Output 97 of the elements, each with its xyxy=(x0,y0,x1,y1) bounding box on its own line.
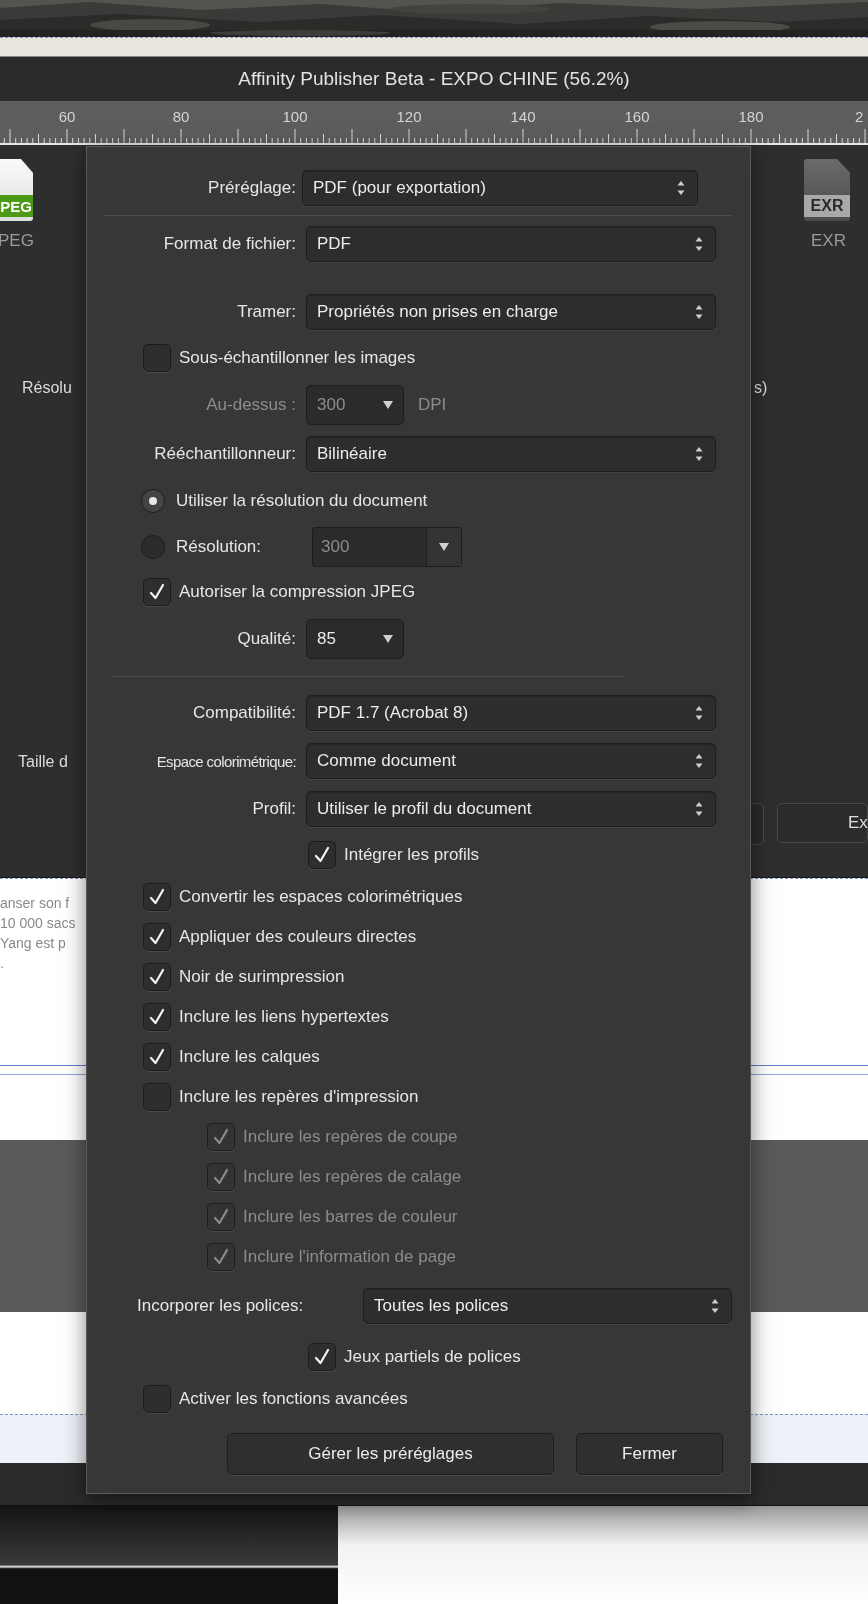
checkbox-label: Activer les fonctions avancées xyxy=(179,1389,408,1409)
checkbox-label: Sous-échantillonner les images xyxy=(179,348,416,368)
checkmark-icon xyxy=(312,845,332,865)
caret-icon xyxy=(383,635,393,643)
stepper-icon xyxy=(695,236,703,252)
ruler-number: 60 xyxy=(58,108,76,125)
stepper-icon xyxy=(695,446,703,462)
checkmark-icon xyxy=(211,1247,231,1267)
checkbox-label: Inclure les liens hypertextes xyxy=(179,1007,389,1027)
checkbox-label: Inclure les repères d'impression xyxy=(179,1087,419,1107)
text-line: anser son f xyxy=(0,894,70,913)
radio-label: Résolution: xyxy=(176,537,263,557)
dropdown[interactable]: Toutes les polices xyxy=(363,1288,732,1324)
radio-button[interactable] xyxy=(141,489,165,513)
checkbox[interactable] xyxy=(143,578,171,606)
checkmark-icon xyxy=(147,927,167,947)
ruler-number: 160 xyxy=(624,108,650,125)
field-label: Tramer: xyxy=(236,302,296,322)
button[interactable]: Fermer xyxy=(576,1433,723,1475)
field-label: Au-dessus : xyxy=(205,395,296,415)
button[interactable]: Gérer les préréglages xyxy=(227,1433,554,1475)
checkmark-icon xyxy=(211,1127,231,1147)
checkbox-label: Inclure les barres de couleur xyxy=(243,1207,458,1227)
checkbox-label: Inclure l'information de page xyxy=(243,1247,457,1267)
checkmark-icon xyxy=(147,1047,167,1067)
checkbox[interactable] xyxy=(143,923,171,951)
checkbox-label: Intégrer les profils xyxy=(344,845,480,865)
stepper-icon xyxy=(695,753,703,769)
field-label: s) xyxy=(754,379,768,397)
field-label: Résolu xyxy=(22,379,72,397)
combo-box[interactable]: 85 xyxy=(306,619,404,659)
field-label: Profil: xyxy=(251,799,296,819)
checkmark-icon xyxy=(147,1007,167,1027)
ruler-number: 80 xyxy=(172,108,190,125)
file-type-label: EXR xyxy=(810,197,844,215)
format-label: PEG xyxy=(0,231,34,251)
ruler-number: 140 xyxy=(510,108,536,125)
dropdown[interactable]: Propriétés non prises en charge xyxy=(306,294,716,330)
ruler-number: 120 xyxy=(396,108,422,125)
button[interactable]: Ex xyxy=(777,803,868,843)
checkbox[interactable] xyxy=(143,344,171,372)
checkmark-icon xyxy=(147,967,167,987)
caret-icon xyxy=(439,543,449,551)
file-type-label: PEG xyxy=(0,197,32,215)
checkbox[interactable] xyxy=(143,1083,171,1111)
text-line: 10 000 sacs xyxy=(0,914,76,933)
checkbox-label: Inclure les repères de coupe xyxy=(243,1127,458,1147)
dropdown[interactable]: Bilinéaire xyxy=(306,436,716,472)
dropdown[interactable]: PDF (pour exportation) xyxy=(302,170,698,206)
text-line: Yang est p xyxy=(0,934,66,953)
ruler-number: 180 xyxy=(738,108,764,125)
field-label: Espace colorimétrique: xyxy=(155,752,296,770)
checkmark-icon xyxy=(312,1347,332,1367)
dropdown[interactable]: PDF 1.7 (Acrobat 8) xyxy=(306,695,716,731)
caret-icon xyxy=(383,401,393,409)
checkbox-label: Jeux partiels de polices xyxy=(344,1347,521,1367)
checkmark-icon xyxy=(211,1167,231,1187)
stepper-icon xyxy=(695,304,703,320)
stepper-icon xyxy=(695,705,703,721)
field-label: Format de fichier: xyxy=(162,234,296,254)
dropdown[interactable]: PDF xyxy=(306,226,716,262)
checkmark-icon xyxy=(147,582,167,602)
dropdown[interactable]: Utiliser le profil du document xyxy=(306,791,716,827)
ruler-number: 2 xyxy=(855,108,864,125)
field-label: Compatibilité: xyxy=(192,703,296,723)
checkbox[interactable] xyxy=(143,963,171,991)
checkmark-icon xyxy=(147,887,167,907)
file-icon[interactable]: PEG xyxy=(0,159,33,221)
file-icon[interactable]: EXR xyxy=(804,159,850,221)
dropdown[interactable]: Comme document xyxy=(306,743,716,779)
field-label: Qualité: xyxy=(236,629,296,649)
checkbox[interactable] xyxy=(143,1003,171,1031)
checkbox[interactable] xyxy=(143,1385,171,1413)
ruler-number: 100 xyxy=(282,108,308,125)
field-label: Rééchantillonneur: xyxy=(153,444,296,464)
checkbox-label: Autoriser la compression JPEG xyxy=(179,582,416,602)
checkbox-label: Inclure les repères de calage xyxy=(243,1167,462,1187)
checkbox-label: Convertir les espaces colorimétriques xyxy=(179,887,463,907)
field-label: Taille d xyxy=(18,753,68,771)
checkbox-label: Noir de surimpression xyxy=(179,967,345,987)
checkmark-icon xyxy=(211,1207,231,1227)
field-label: Préréglage: xyxy=(207,178,296,198)
stepper-icon xyxy=(711,1298,719,1314)
stepper-icon xyxy=(695,801,703,817)
format-label: EXR xyxy=(811,231,846,251)
radio-label: Utiliser la résolution du document xyxy=(176,491,428,511)
stepper-icon xyxy=(677,180,685,196)
checkbox[interactable] xyxy=(308,1343,336,1371)
checkbox[interactable] xyxy=(143,883,171,911)
checkbox[interactable] xyxy=(143,1043,171,1071)
field-label: Incorporer les polices: xyxy=(137,1296,304,1316)
text-line: . xyxy=(0,954,4,973)
unit-label: DPI xyxy=(418,395,447,415)
checkbox-label: Appliquer des couleurs directes xyxy=(179,927,417,947)
window-title: Affinity Publisher Beta - EXPO CHINE (56.2%) xyxy=(238,68,630,90)
checkbox[interactable] xyxy=(308,841,336,869)
checkbox-label: Inclure les calques xyxy=(179,1047,320,1067)
